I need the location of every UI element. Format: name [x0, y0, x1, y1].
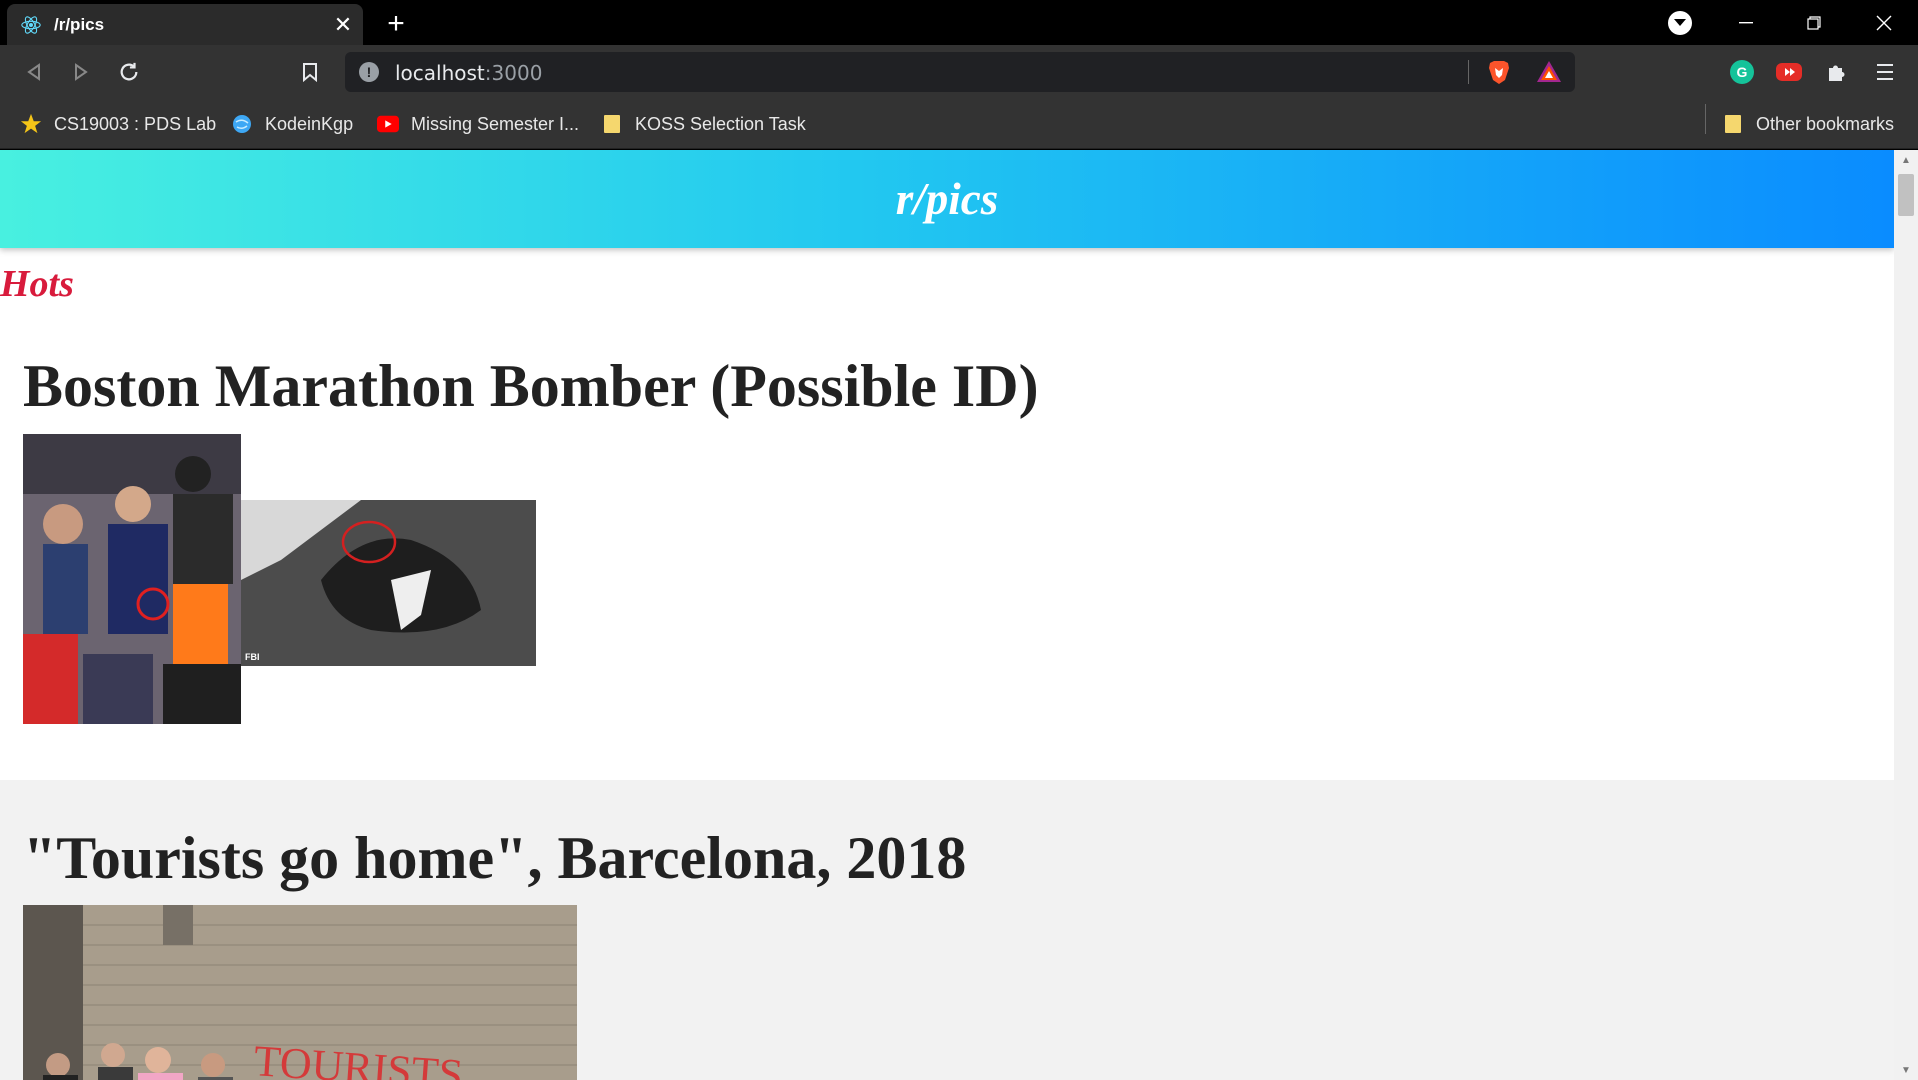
image-caption-fbi: FBI: [245, 652, 260, 662]
close-window-icon[interactable]: [1850, 0, 1918, 45]
brave-shields-icon[interactable]: [1485, 58, 1513, 86]
scroll-thumb[interactable]: [1898, 174, 1914, 216]
post-image-backpack: FBI: [241, 500, 536, 666]
extensions-puzzle-icon[interactable]: [1822, 57, 1852, 87]
page-viewport: r/pics Hots Boston Marathon Bomber (Poss…: [0, 150, 1894, 1080]
browser-tab[interactable]: /r/pics ✕: [7, 4, 363, 45]
tab-title: /r/pics: [54, 14, 105, 34]
tab-search-icon[interactable]: [1668, 11, 1692, 35]
forward-icon[interactable]: [64, 55, 98, 89]
other-bookmarks-label: Other bookmarks: [1756, 113, 1895, 134]
minimize-icon[interactable]: [1712, 0, 1780, 45]
bookmark-missing-semester[interactable]: Missing Semester I...: [377, 110, 579, 138]
post-card: "Tourists go home", Barcelona, 2018 TOUR…: [0, 780, 1894, 1080]
reload-icon[interactable]: [112, 55, 146, 89]
bookmark-label: KodeinKgp: [265, 113, 354, 134]
bookmark-koss-task[interactable]: KOSS Selection Task: [601, 110, 806, 138]
restore-icon[interactable]: [1780, 0, 1848, 45]
react-icon: [20, 14, 42, 36]
brave-rewards-icon[interactable]: [1535, 58, 1563, 86]
menu-icon[interactable]: [1870, 57, 1900, 87]
other-bookmarks[interactable]: Other bookmarks: [1722, 110, 1894, 138]
site-header: r/pics: [0, 150, 1894, 248]
browser-titlebar: /r/pics ✕ +: [0, 0, 1918, 45]
back-icon[interactable]: [17, 55, 51, 89]
url-host: localhost: [395, 61, 485, 85]
bookmark-kodeinkgp[interactable]: KodeinKgp: [231, 110, 353, 138]
tab-close-icon[interactable]: ✕: [329, 11, 357, 39]
scroll-up-icon[interactable]: ▲: [1894, 150, 1918, 170]
bookmark-label: Missing Semester I...: [411, 113, 580, 134]
bookmark-pds-lab[interactable]: CS19003 : PDS Lab: [20, 110, 216, 138]
youtube-extension-icon[interactable]: [1774, 57, 1804, 87]
bookmark-page-icon[interactable]: [293, 55, 327, 89]
post-title[interactable]: Boston Marathon Bomber (Possible ID): [23, 352, 1039, 421]
post-image-barcelona: TOURISTS: [23, 905, 577, 1080]
browser-toolbar: ! localhost:3000 G: [0, 45, 1918, 100]
scroll-down-icon[interactable]: ▼: [1894, 1060, 1918, 1080]
bookmarks-bar: CS19003 : PDS Lab KodeinKgp Missing Seme…: [0, 100, 1918, 149]
globe-icon: [231, 113, 253, 135]
youtube-icon: [377, 113, 399, 135]
site-info-icon[interactable]: !: [359, 62, 379, 82]
grammarly-icon[interactable]: G: [1727, 57, 1757, 87]
bookmark-label: CS19003 : PDS Lab: [54, 113, 217, 134]
section-title-hots: Hots: [0, 263, 74, 305]
bookmarks-separator: [1705, 104, 1706, 134]
bookmark-label: KOSS Selection Task: [635, 113, 806, 134]
url-text: localhost:3000: [395, 61, 542, 85]
site-title: r/pics: [895, 174, 999, 224]
star-icon: [20, 113, 42, 135]
folder-icon: [601, 113, 623, 135]
svg-text:G: G: [1737, 64, 1748, 80]
folder-icon: [1722, 113, 1744, 135]
omnibox-divider: [1468, 60, 1469, 84]
address-bar[interactable]: ! localhost:3000: [345, 52, 1575, 92]
page-scrollbar[interactable]: ▲ ▼: [1894, 150, 1918, 1080]
new-tab-button[interactable]: +: [380, 7, 412, 40]
url-port: :3000: [484, 61, 543, 85]
post-image-crowd: [23, 434, 241, 724]
post-card: Boston Marathon Bomber (Possible ID) FBI: [0, 320, 1894, 780]
post-title[interactable]: "Tourists go home", Barcelona, 2018: [23, 824, 966, 893]
